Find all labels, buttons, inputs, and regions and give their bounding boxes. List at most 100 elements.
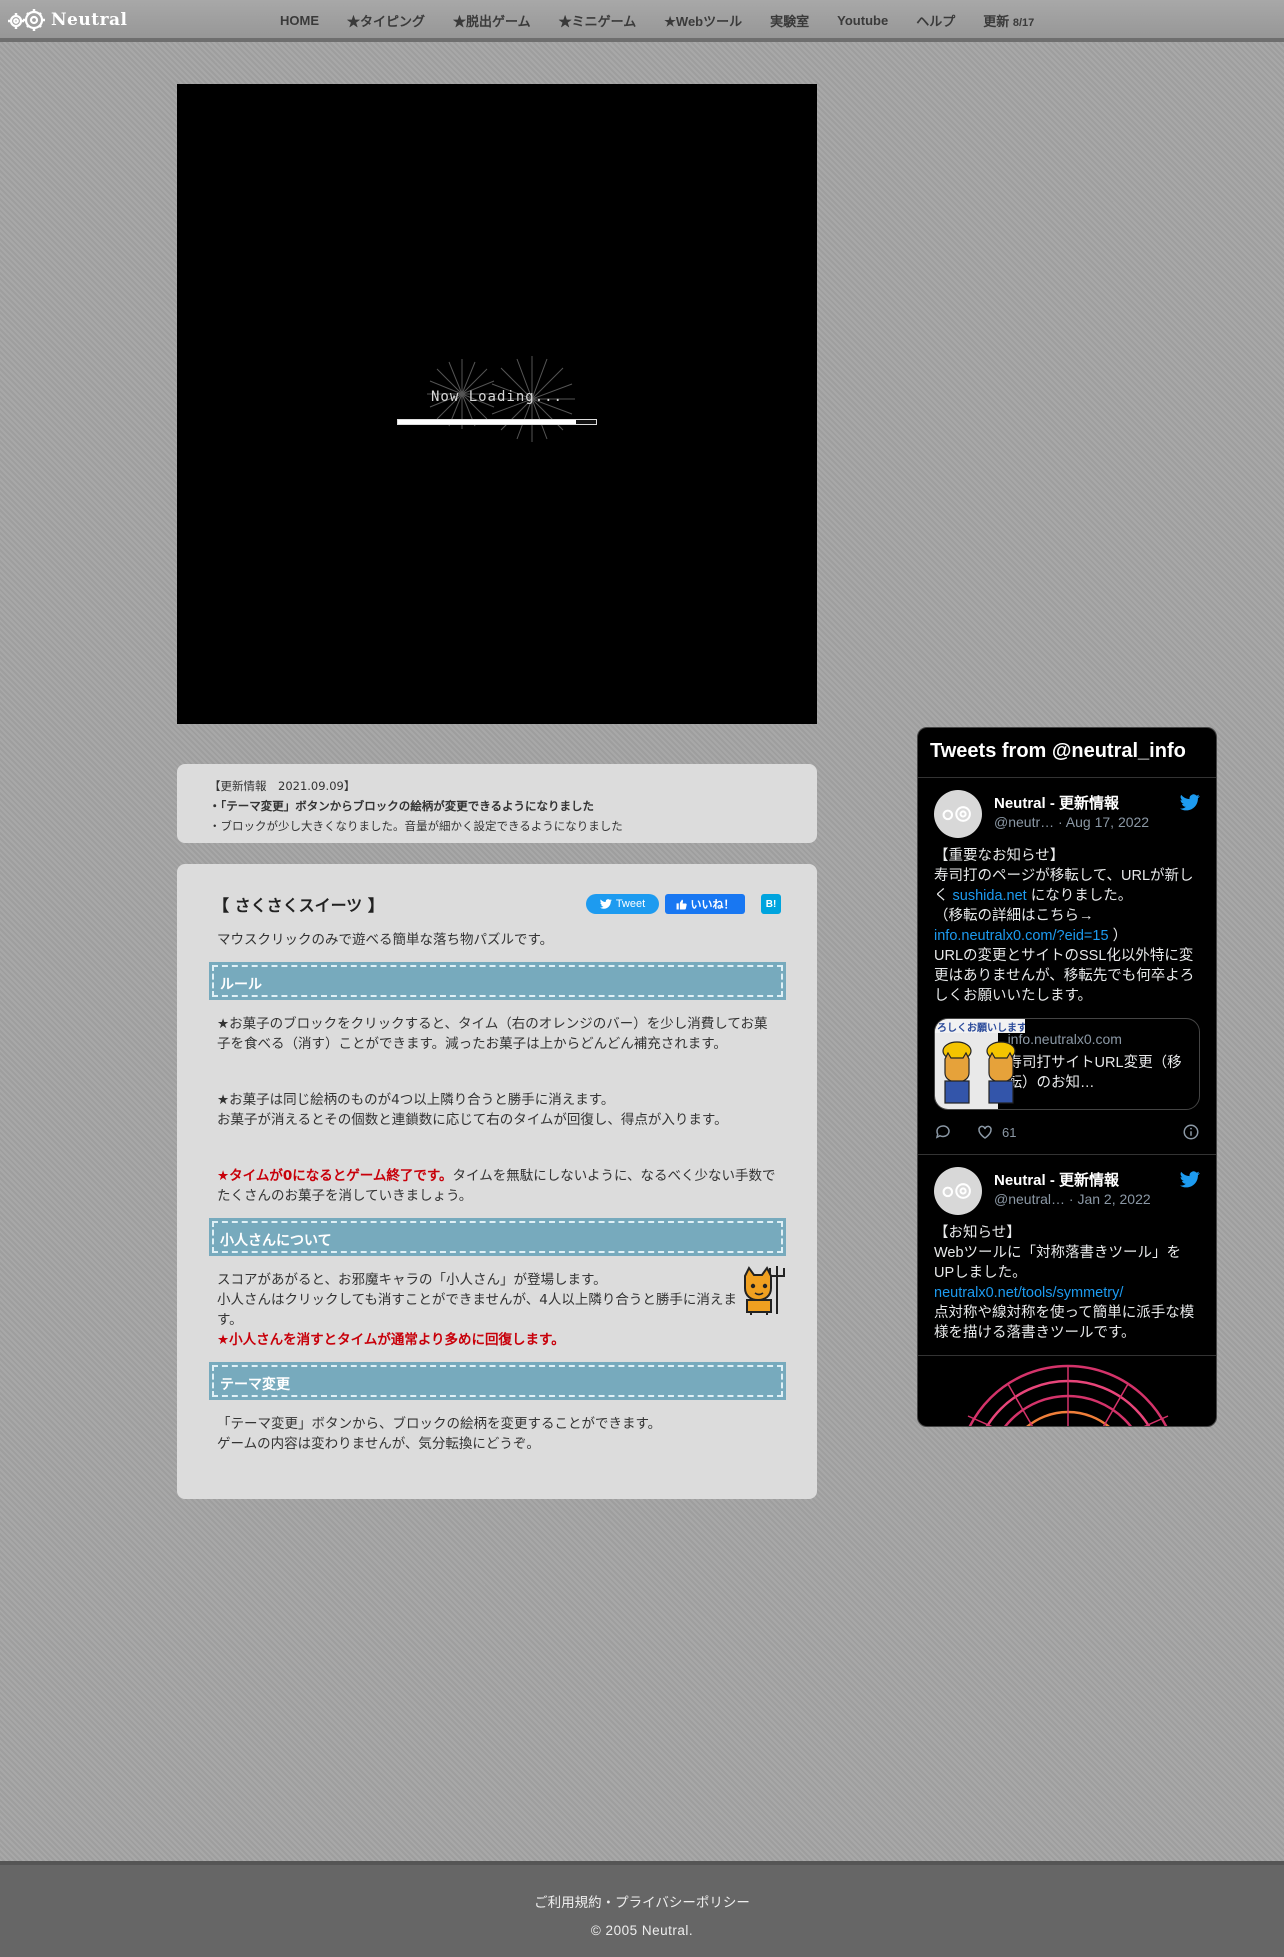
- section-header-kobito: 小人さんについて: [209, 1218, 786, 1256]
- nav-typing[interactable]: ★タイピング: [347, 11, 425, 30]
- mascot-cats-icon: [942, 1041, 1016, 1104]
- rules-paragraph: ★お菓子のブロックをクリックすると、タイム（右のオレンジのバー）を少し消費してお…: [217, 1016, 768, 1052]
- tweet-author-name[interactable]: Neutral - 更新情報: [994, 792, 1119, 813]
- kobito-bonus-note: ★小人さんを消すとタイムが通常より多めに回復します。: [217, 1332, 565, 1348]
- avatar[interactable]: [934, 790, 982, 838]
- tweet-text: 【重要なお知らせ】 寿司打のページが移転して、URLが新しく sushida.n…: [934, 846, 1200, 1006]
- nav-update-date: 8/17: [1012, 16, 1035, 29]
- update-heading: 【更新情報 2021.09.09】: [209, 779, 356, 793]
- tweet-media-image[interactable]: [918, 1356, 1216, 1426]
- loading-text: Now Loading...: [430, 389, 563, 405]
- loading-progress-bar: [397, 419, 597, 425]
- theme-paragraph: 「テーマ変更」ボタンから、ブロックの絵柄を変更することができます。 ゲームの内容…: [217, 1414, 777, 1454]
- twitter-bird-icon[interactable]: [1180, 1171, 1200, 1188]
- nav-update-label: 更新: [983, 13, 1010, 29]
- tweet-actions: 61: [934, 1122, 1200, 1142]
- update-item: ・「テーマ変更」ボタンからブロックの絵柄が変更できるようになりました: [209, 799, 595, 813]
- tweet-handle[interactable]: @neutr…: [994, 814, 1054, 830]
- nav-help[interactable]: ヘルプ: [916, 11, 955, 30]
- tweet-line: 寿司打のページが移転して、URLが新しく sushida.net になりました。: [934, 866, 1200, 906]
- tweet-button[interactable]: Tweet: [586, 894, 659, 914]
- theme-line: 「テーマ変更」ボタンから、ブロックの絵柄を変更することができます。: [217, 1416, 662, 1432]
- tweet-item[interactable]: Neutral - 更新情報 @neutr… · Aug 17, 2022 【重…: [918, 778, 1216, 1155]
- game-intro: マウスクリックのみで遊べる簡単な落ち物パズルです。: [217, 932, 554, 948]
- info-icon[interactable]: [1182, 1123, 1200, 1141]
- kobito-line: 小人さんはクリックしても消すことができませんが、4人以上隣り合うと勝手に消えます…: [217, 1292, 737, 1328]
- tweet-line: info.neutralx0.com/?eid=15 ）: [934, 926, 1200, 946]
- tweet-line: URLの変更とサイトのSSL化以外特に変更はありませんが、移転先でも何卒よろしく…: [934, 948, 1195, 1004]
- tweet-link[interactable]: info.neutralx0.com/?eid=15: [934, 928, 1109, 944]
- site-header: Neutral HOME ★タイピング ★脱出ゲーム ★ミニゲーム ★Webツー…: [0, 0, 1284, 42]
- thumbs-up-icon: [676, 899, 687, 909]
- tweet-link[interactable]: sushida.net: [953, 888, 1027, 904]
- nav-web-tools[interactable]: ★Webツール: [664, 11, 742, 30]
- tweet-author-name[interactable]: Neutral - 更新情報: [994, 1169, 1119, 1190]
- twitter-bird-icon: [599, 899, 612, 909]
- tweet-button-label: Tweet: [615, 898, 646, 910]
- update-item: ・ブロックが少し大きくなりました。音量が細かく設定できるようになりました: [209, 819, 623, 833]
- tweet-line-text: ）: [1112, 928, 1128, 944]
- rules-paragraph: ★タイムが0になるとゲーム終了です。タイムを無駄にしないように、なるべく少ない手…: [217, 1166, 777, 1206]
- kobito-character-icon: [744, 1266, 785, 1315]
- nav-lab[interactable]: 実験室: [770, 11, 809, 30]
- link-card[interactable]: ろしくお願いします info.neutralx0.com 寿司打サイトURL変更…: [934, 1018, 1200, 1110]
- tweet-date[interactable]: · Aug 17, 2022: [1058, 814, 1149, 830]
- game-canvas[interactable]: Now Loading...: [177, 84, 817, 724]
- twitter-widget-header[interactable]: Tweets from @neutral_info: [918, 728, 1216, 778]
- gears-icon: [8, 9, 48, 31]
- footer-copyright: © 2005 Neutral.: [590, 1923, 694, 1938]
- site-footer: ご利用規約・プライバシーポリシー © 2005 Neutral.: [0, 1861, 1284, 1957]
- update-info-panel: 【更新情報 2021.09.09】 ・「テーマ変更」ボタンからブロックの絵柄が変…: [177, 764, 817, 843]
- rules-line: お菓子が消えるとその個数と連鎖数に応じて右のタイムが回復し、得点が入ります。: [217, 1112, 728, 1128]
- tweet-handle[interactable]: @neutral…: [994, 1191, 1065, 1207]
- tweet-line: （移転の詳細はこちら→: [934, 908, 1094, 924]
- nav-escape-game[interactable]: ★脱出ゲーム: [453, 11, 531, 30]
- twitter-timeline-widget[interactable]: Tweets from @neutral_info Neutral - 更新情報…: [917, 727, 1217, 1427]
- like-count: 61: [1002, 1124, 1017, 1140]
- tweet-line: 点対称や線対称を使って簡単に派手な模様を描ける落書きツールです。: [934, 1305, 1195, 1341]
- rules-line: ★お菓子は同じ絵柄のものが4つ以上隣り合うと勝手に消えます。: [217, 1092, 615, 1108]
- tweet-line-text: になりました。: [1030, 888, 1133, 904]
- hatena-bookmark-button[interactable]: B!: [761, 894, 781, 914]
- heart-icon[interactable]: [976, 1123, 994, 1141]
- tweet-author-handle: @neutral… · Jan 2, 2022: [994, 1191, 1151, 1207]
- main-nav: HOME ★タイピング ★脱出ゲーム ★ミニゲーム ★Webツール 実験室 Yo…: [280, 0, 1062, 40]
- link-card-banner: ろしくお願いします: [935, 1019, 1025, 1033]
- site-logo[interactable]: Neutral: [8, 9, 128, 31]
- logo-text: Neutral: [51, 10, 128, 30]
- nav-update[interactable]: 更新 8/17: [983, 11, 1034, 30]
- tweet-line: Webツールに「対称落書きツール」をUPしました。: [934, 1245, 1182, 1281]
- link-card-text: info.neutralx0.com 寿司打サイトURL変更（移転）のお知…: [998, 1019, 1199, 1109]
- game-over-warning: ★タイムが0になるとゲーム終了です。: [217, 1168, 453, 1184]
- twitter-bird-icon[interactable]: [1180, 794, 1200, 811]
- avatar[interactable]: [934, 1167, 982, 1215]
- gears-icon: [942, 806, 971, 822]
- page-title: 【 さくさくスイーツ 】: [213, 896, 384, 915]
- nav-youtube[interactable]: Youtube: [837, 13, 888, 28]
- tweet-line: 【お知らせ】: [934, 1225, 1021, 1241]
- tweet-line: 【重要なお知らせ】: [934, 848, 1065, 864]
- tweet-author-handle: @neutr… · Aug 17, 2022: [994, 814, 1149, 830]
- loading-progress-fill: [398, 420, 577, 424]
- theme-line: ゲームの内容は変わりませんが、気分転換にどうぞ。: [217, 1436, 540, 1452]
- section-title: 小人さんについて: [212, 1221, 783, 1253]
- link-card-domain: info.neutralx0.com: [1007, 1031, 1122, 1047]
- link-card-title: 寿司打サイトURL変更（移転）のお知…: [1007, 1055, 1182, 1091]
- nav-mini-game[interactable]: ★ミニゲーム: [559, 11, 637, 30]
- tweet-item[interactable]: Neutral - 更新情報 @neutral… · Jan 2, 2022 【…: [918, 1155, 1216, 1356]
- tweet-date[interactable]: · Jan 2, 2022: [1069, 1191, 1151, 1207]
- gears-icon: [942, 1183, 971, 1199]
- rules-paragraph: ★お菓子は同じ絵柄のものが4つ以上隣り合うと勝手に消えます。 お菓子が消えるとそ…: [217, 1090, 777, 1130]
- tweet-link[interactable]: neutralx0.net/tools/symmetry/: [934, 1283, 1200, 1303]
- section-header-rules: ルール: [209, 962, 786, 1000]
- section-title: テーマ変更: [212, 1365, 783, 1397]
- mandala-pattern-icon: [967, 1364, 1169, 1426]
- link-card-image: ろしくお願いします: [935, 1019, 1025, 1109]
- like-button-label: いいね！: [690, 899, 735, 911]
- section-title: ルール: [212, 965, 783, 997]
- facebook-like-button[interactable]: いいね！: [665, 894, 745, 914]
- footer-terms-link[interactable]: ご利用規約・プライバシーポリシー: [0, 1891, 1284, 1911]
- reply-icon[interactable]: [934, 1123, 952, 1141]
- section-header-theme: テーマ変更: [209, 1362, 786, 1400]
- nav-home[interactable]: HOME: [280, 13, 319, 28]
